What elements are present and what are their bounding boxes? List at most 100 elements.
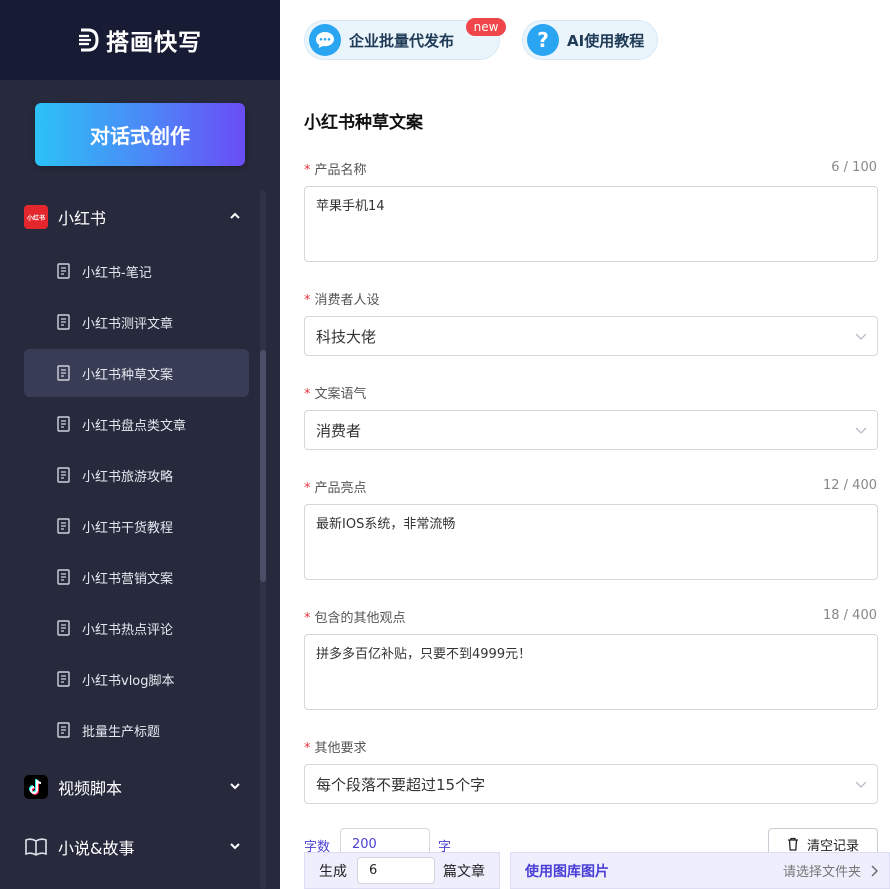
sidebar-item-roundup[interactable]: 小红书盘点类文章	[24, 400, 249, 448]
highlights-label-text: 产品亮点	[314, 481, 367, 496]
section-label: 小说&故事	[58, 839, 135, 858]
persona-label-text: 消费者人设	[314, 293, 380, 308]
required-mark: *	[304, 293, 311, 308]
persona-select[interactable]: 科技大佬	[304, 316, 878, 356]
required-mark: *	[304, 481, 311, 496]
document-icon	[57, 671, 70, 687]
chat-bubble-icon	[309, 24, 341, 56]
sidebar-item-label: 小红书-笔记	[82, 265, 152, 281]
chevron-right-icon	[871, 865, 878, 877]
sidebar-item-label: 小红书旅游攻略	[82, 469, 174, 485]
sidebar-item-vlog[interactable]: 小红书vlog脚本	[24, 655, 249, 703]
document-icon	[57, 314, 70, 330]
tone-select[interactable]: 消费者	[304, 410, 878, 450]
ai-tutorial-button[interactable]: ? AI使用教程	[522, 20, 658, 60]
persona-value: 科技大佬	[316, 327, 377, 346]
tone-label: * 文案语气	[304, 383, 367, 402]
document-icon	[57, 467, 70, 483]
bottom-controls: 字数 200 字 清空记录 生成 6 篇文章 使用图库图片 请选择文件夹	[280, 824, 890, 889]
required-mark: *	[304, 163, 311, 178]
other-views-label: * 包含的其他观点	[304, 607, 406, 626]
document-icon	[57, 365, 70, 381]
sidebar-item-label: 小红书热点评论	[82, 622, 174, 638]
clear-history-label: 清空记录	[806, 838, 859, 854]
section-label: 小红书	[58, 209, 107, 228]
tone-value: 消费者	[316, 421, 362, 440]
chat-creation-button[interactable]: 对话式创作	[35, 103, 245, 166]
generate-count-box: 生成 6 篇文章	[304, 852, 500, 889]
highlights-counter: 12 / 400	[823, 478, 877, 493]
other-views-label-text: 包含的其他观点	[314, 611, 406, 626]
tone-label-text: 文案语气	[314, 387, 367, 402]
highlights-label: * 产品亮点	[304, 477, 367, 496]
sidebar-item-label: 小红书营销文案	[82, 571, 174, 587]
sidebar-item-hot-comment[interactable]: 小红书热点评论	[24, 604, 249, 652]
ai-tutorial-label: AI使用教程	[567, 31, 645, 50]
product-name-counter: 6 / 100	[831, 160, 877, 175]
trash-icon	[787, 837, 798, 851]
generate-prefix: 生成	[319, 863, 347, 880]
product-name-input[interactable]: 苹果手机14	[304, 186, 878, 262]
logo-icon	[79, 28, 99, 52]
sidebar-item-label: 小红书干货教程	[82, 520, 174, 536]
xiaohongshu-badge-text: 小红书	[24, 205, 48, 229]
tiktok-icon	[24, 775, 48, 799]
sidebar-item-tutorial[interactable]: 小红书干货教程	[24, 502, 249, 550]
document-icon	[57, 620, 70, 636]
document-icon	[57, 518, 70, 534]
chevron-down-icon	[230, 843, 240, 850]
sidebar-item-label: 小红书种草文案	[82, 367, 174, 383]
sidebar-section-xiaohongshu[interactable]: 小红书 小红书	[24, 204, 250, 230]
new-badge: new	[466, 18, 506, 36]
other-views-input[interactable]: 拼多多百亿补贴，只要不到4999元！	[304, 634, 878, 710]
chevron-down-icon	[855, 333, 867, 340]
required-mark: *	[304, 741, 311, 756]
image-library-label: 使用图库图片	[525, 863, 609, 880]
chevron-down-icon	[855, 427, 867, 434]
batch-publish-label: 企业批量代发布	[349, 31, 455, 50]
other-req-label-text: 其他要求	[314, 741, 367, 756]
sidebar-section-novel-story[interactable]: 小说&故事	[24, 834, 250, 860]
sidebar-item-marketing[interactable]: 小红书营销文案	[24, 553, 249, 601]
sidebar-item-note[interactable]: 小红书-笔记	[24, 247, 249, 295]
other-req-value: 每个段落不要超过15个字	[316, 775, 486, 794]
chevron-down-icon	[855, 781, 867, 788]
article-count-input[interactable]: 6	[357, 857, 435, 884]
sidebar-item-travel[interactable]: 小红书旅游攻略	[24, 451, 249, 499]
sidebar-item-review[interactable]: 小红书测评文章	[24, 298, 249, 346]
sidebar-section-video-script[interactable]: 视频脚本	[24, 774, 250, 800]
sidebar: 搭画快写 对话式创作 小红书 小红书 小红书-笔记 小红书测评文章 小红书种草文…	[0, 0, 280, 889]
product-name-label-text: 产品名称	[314, 163, 367, 178]
logo[interactable]: 搭画快写	[0, 0, 280, 80]
other-req-select[interactable]: 每个段落不要超过15个字	[304, 764, 878, 804]
required-mark: *	[304, 611, 311, 626]
highlights-input[interactable]: 最新IOS系统，非常流畅	[304, 504, 878, 580]
book-icon	[24, 835, 48, 859]
main-form: 小红书种草文案 * 产品名称 6 / 100 苹果手机14 * 消费者人设 科技大佬…	[280, 80, 890, 889]
chevron-down-icon	[230, 783, 240, 790]
product-name-label: * 产品名称	[304, 159, 367, 178]
xiaohongshu-icon: 小红书	[24, 205, 48, 229]
page-title: 小红书种草文案	[304, 113, 423, 133]
required-mark: *	[304, 387, 311, 402]
section-label: 视频脚本	[58, 779, 123, 798]
image-library-box[interactable]: 使用图库图片 请选择文件夹	[510, 852, 890, 889]
sidebar-item-seeding[interactable]: 小红书种草文案	[24, 349, 249, 397]
generate-suffix: 篇文章	[443, 863, 485, 880]
sidebar-scroll-thumb[interactable]	[260, 350, 266, 582]
sidebar-item-label: 小红书vlog脚本	[82, 673, 175, 689]
other-req-label: * 其他要求	[304, 737, 367, 756]
chevron-up-icon	[230, 212, 240, 219]
persona-label: * 消费者人设	[304, 289, 380, 308]
document-icon	[57, 722, 70, 738]
help-icon: ?	[527, 24, 559, 56]
other-views-counter: 18 / 400	[823, 608, 877, 623]
document-icon	[57, 263, 70, 279]
top-bar: 企业批量代发布 new ? AI使用教程	[280, 0, 890, 80]
sidebar-item-label: 小红书测评文章	[82, 316, 174, 332]
sidebar-scrollbar[interactable]	[260, 190, 266, 889]
document-icon	[57, 569, 70, 585]
sidebar-item-batch-titles[interactable]: 批量生产标题	[24, 706, 249, 754]
sidebar-item-label: 批量生产标题	[82, 724, 161, 740]
folder-select-hint[interactable]: 请选择文件夹	[783, 861, 861, 880]
